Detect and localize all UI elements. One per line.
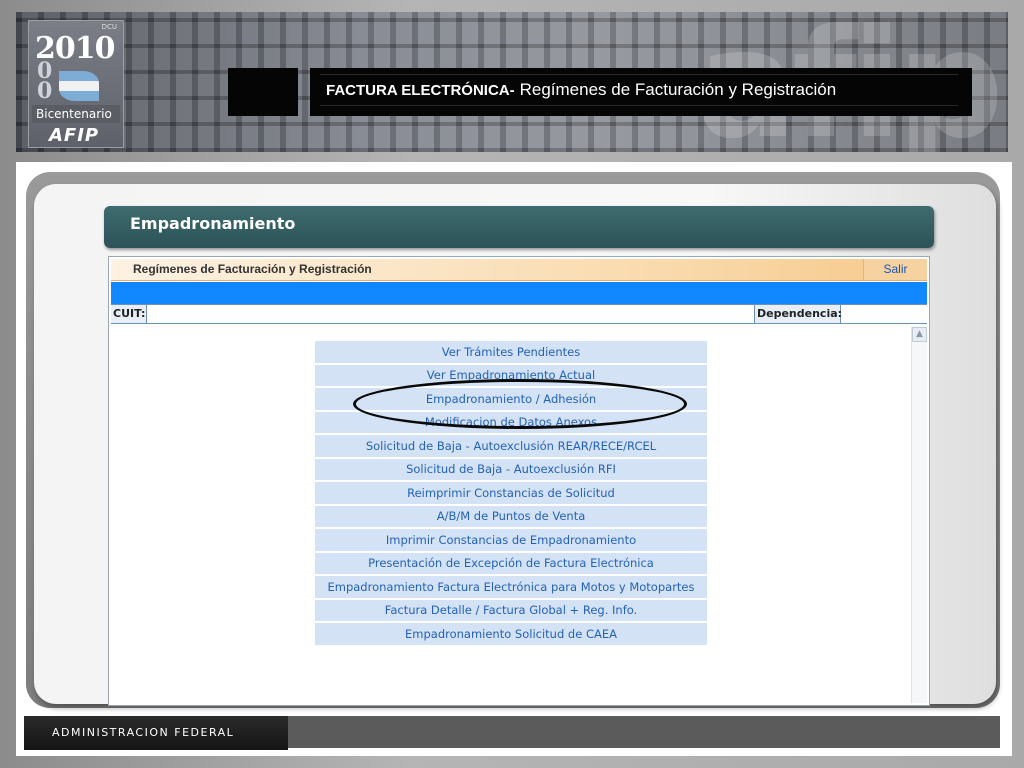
vertical-scrollbar[interactable]: ▲: [911, 327, 927, 703]
section-header: Empadronamiento: [104, 206, 934, 248]
menu-item-ver-tramites-pendientes[interactable]: Ver Trámites Pendientes: [315, 341, 707, 365]
menu-item-reimprimir-constancias[interactable]: Reimprimir Constancias de Solicitud: [315, 482, 707, 506]
options-menu: Ver Trámites Pendientes Ver Empadronamie…: [315, 341, 707, 647]
menu-item-empadronamiento-adhesion[interactable]: Empadronamiento / Adhesión: [315, 388, 707, 412]
title-accent-box: [228, 68, 298, 116]
footer-label-box: ADMINISTRACION FEDERAL: [24, 716, 288, 750]
app-header: Regímenes de Facturación y Registración …: [111, 259, 927, 281]
app-toolbar: [111, 282, 927, 304]
cuit-label: CUIT:: [111, 305, 147, 323]
cuit-value: [147, 305, 755, 323]
logo-subtitle: Bicentenario: [32, 105, 120, 123]
menu-item-baja-rfi[interactable]: Solicitud de Baja - Autoexclusión RFI: [315, 458, 707, 482]
header-banner: afip DCU 2010 0 0 Bicentenario AFIP FACT…: [16, 12, 1008, 152]
page-title: Regímenes de Facturación y Registración: [519, 80, 837, 99]
menu-item-solicitud-caea[interactable]: Empadronamiento Solicitud de CAEA: [315, 623, 707, 647]
dependencia-value: [841, 305, 927, 323]
title-bar: FACTURA ELECTRÓNICA- Regímenes de Factur…: [310, 68, 972, 116]
footer-label: ADMINISTRACION FEDERAL: [52, 726, 235, 739]
exit-link[interactable]: Salir: [863, 259, 927, 280]
app-header-title: Regímenes de Facturación y Registración: [133, 262, 372, 276]
page-title-strong: FACTURA ELECTRÓNICA-: [326, 81, 515, 99]
logo-small-text: DCU: [101, 23, 117, 31]
title-bar-inner: FACTURA ELECTRÓNICA- Regímenes de Factur…: [320, 74, 958, 106]
menu-item-imprimir-constancias[interactable]: Imprimir Constancias de Empadronamiento: [315, 529, 707, 553]
menu-item-modificacion-datos-anexos[interactable]: Modificacion de Datos Anexos: [315, 411, 707, 435]
app-window: Regímenes de Facturación y Registración …: [108, 256, 930, 706]
menu-item-motos-motopartes[interactable]: Empadronamiento Factura Electrónica para…: [315, 576, 707, 600]
taxpayer-info-row: CUIT: Dependencia:: [111, 304, 927, 324]
dependencia-label: Dependencia:: [755, 305, 842, 323]
footer-bar: ADMINISTRACION FEDERAL: [24, 716, 1000, 750]
menu-item-excepcion-factura[interactable]: Presentación de Excepción de Factura Ele…: [315, 552, 707, 576]
afip-logo: AFIP: [49, 125, 100, 146]
content-card-frame: Empadronamiento Regímenes de Facturación…: [26, 172, 1000, 708]
content-panel: Empadronamiento Regímenes de Facturación…: [16, 162, 1012, 756]
menu-item-abm-puntos-venta[interactable]: A/B/M de Puntos de Venta: [315, 505, 707, 529]
menu-item-ver-empadronamiento-actual[interactable]: Ver Empadronamiento Actual: [315, 364, 707, 388]
section-title: Empadronamiento: [130, 214, 296, 233]
flag-icon: [59, 71, 99, 101]
menu-item-factura-detalle-global[interactable]: Factura Detalle / Factura Global + Reg. …: [315, 599, 707, 623]
scroll-up-icon[interactable]: ▲: [912, 327, 927, 342]
logo-digits: 0 0: [37, 58, 53, 104]
bicentenario-logo: DCU 2010 0 0 Bicentenario AFIP: [28, 20, 124, 148]
menu-item-baja-rear-rece-rcel[interactable]: Solicitud de Baja - Autoexclusión REAR/R…: [315, 435, 707, 459]
